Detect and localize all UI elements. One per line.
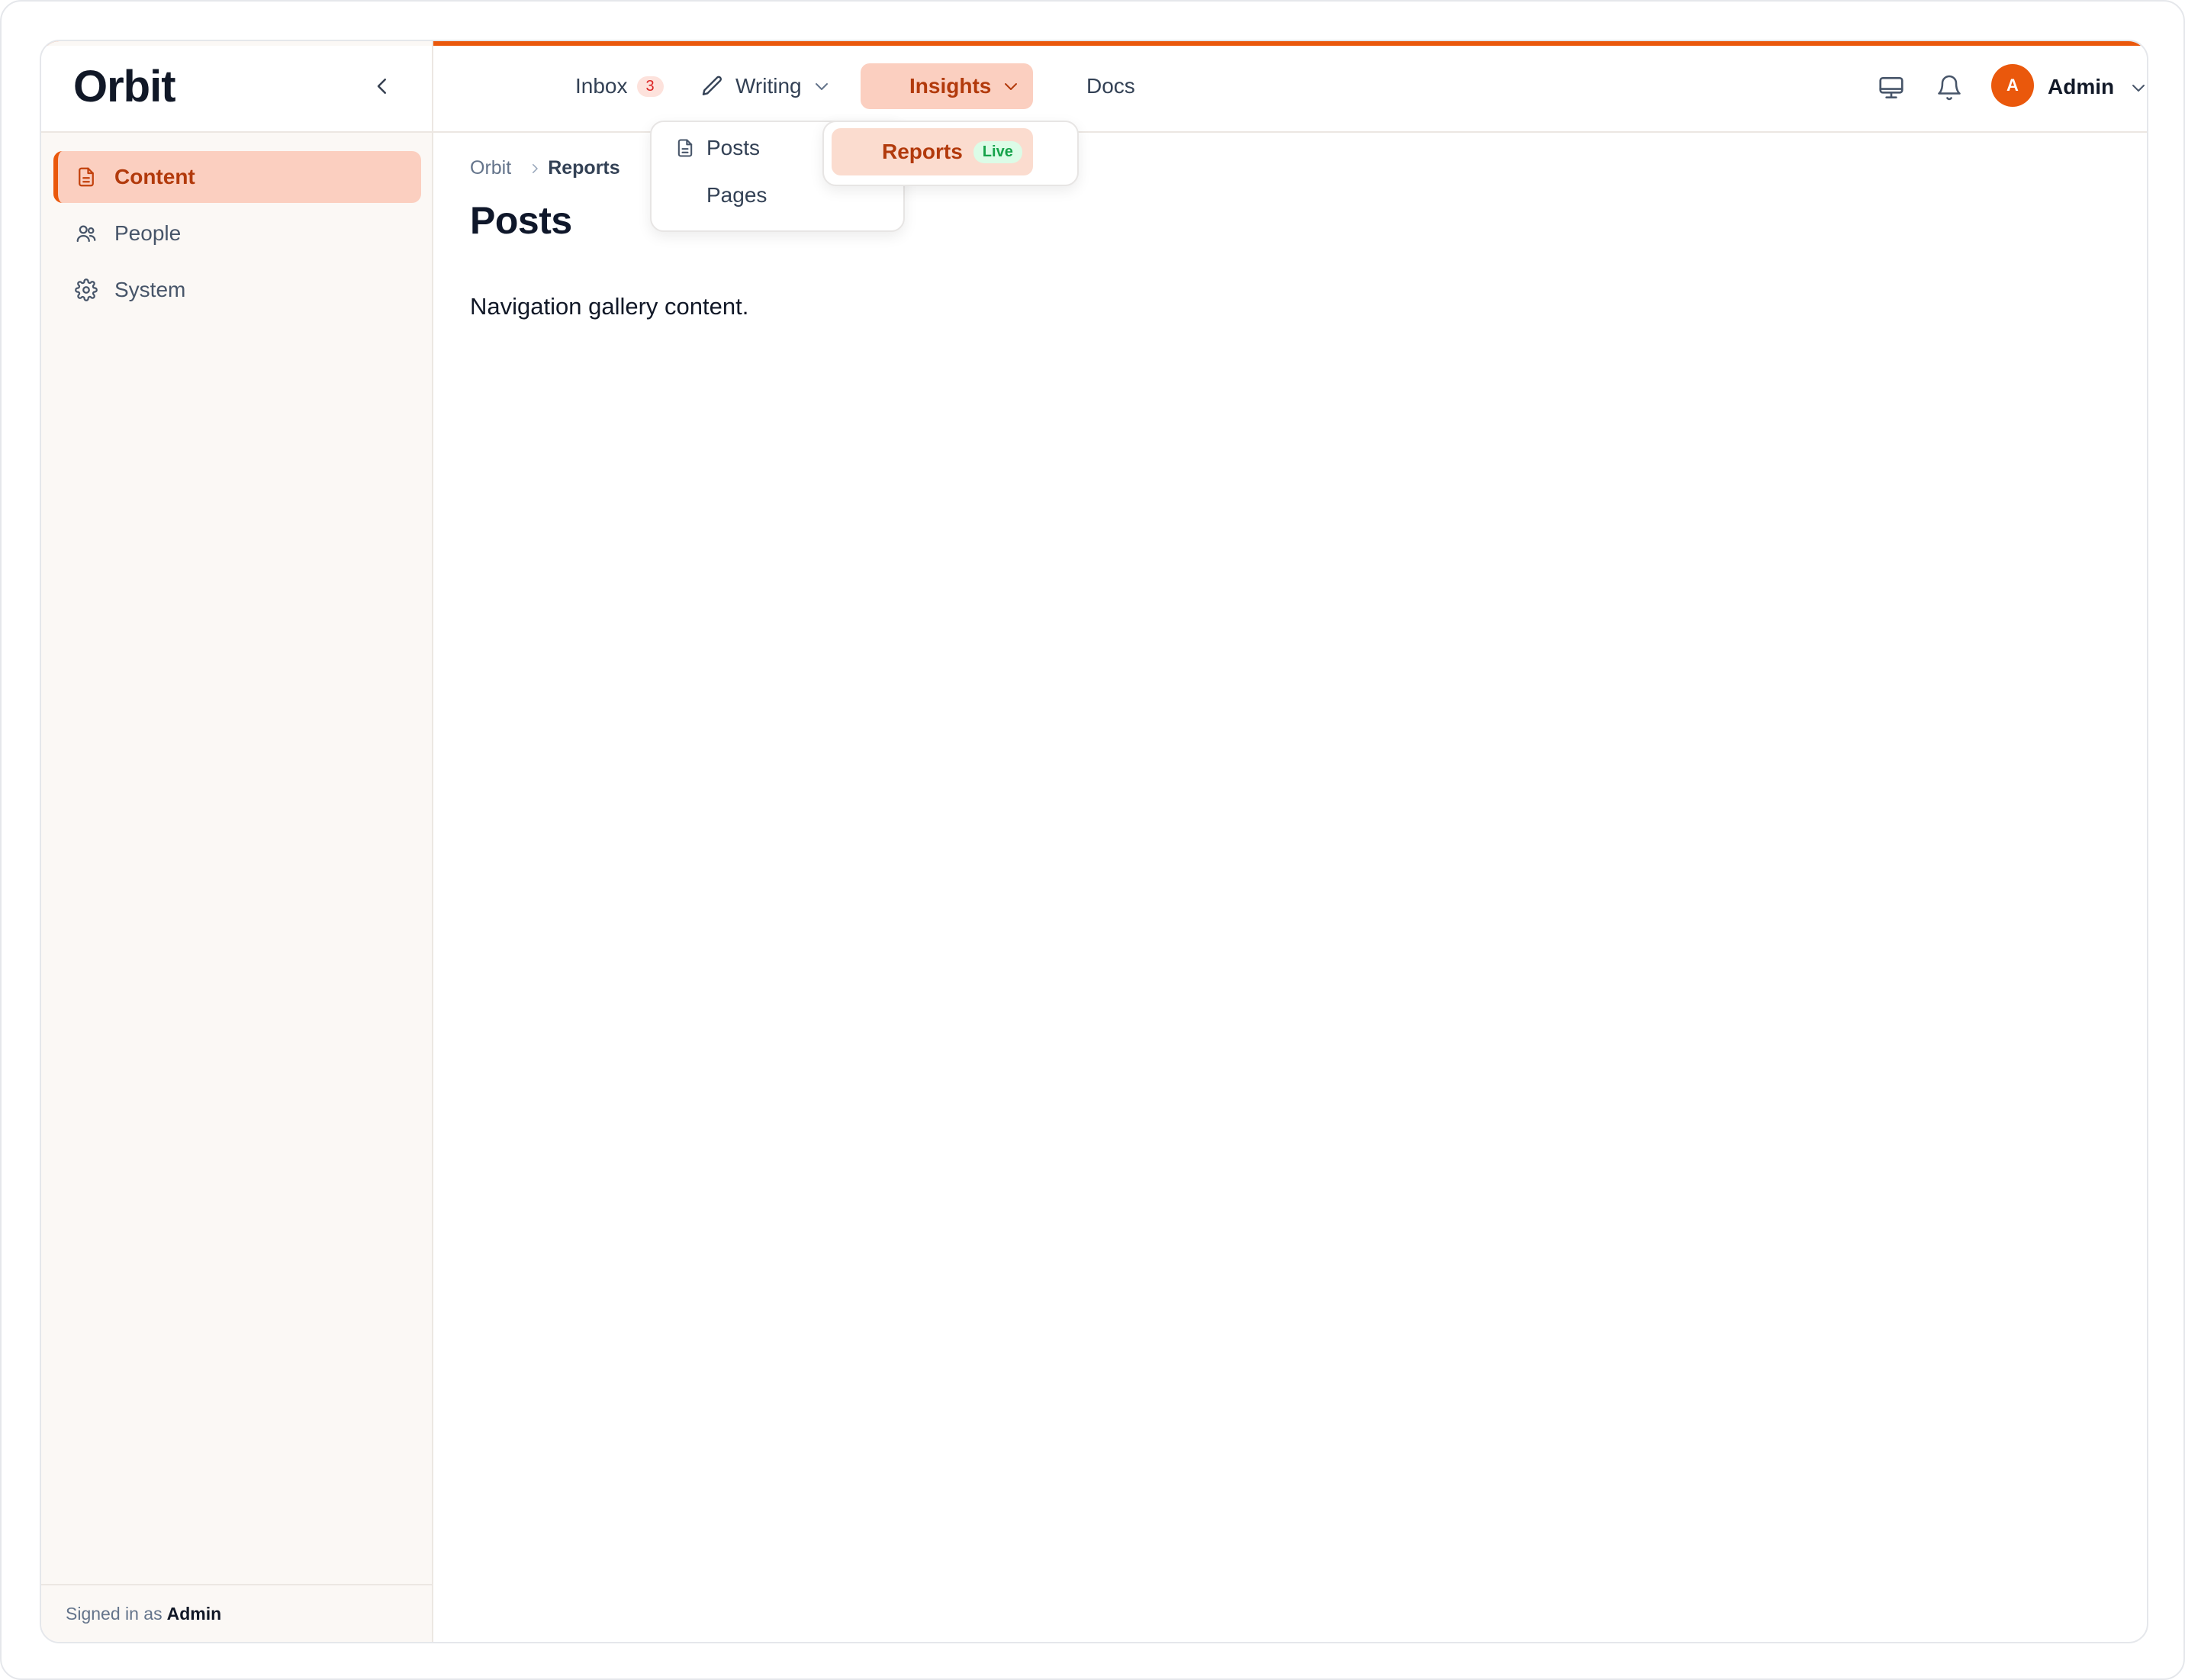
breadcrumb-root[interactable]: Orbit xyxy=(470,157,511,179)
chevron-down-icon xyxy=(1002,77,1020,95)
menu-item-label: Pages xyxy=(706,183,767,207)
main-content: Orbit Reports Posts Navigation gallery c… xyxy=(433,134,2147,1642)
app-logo[interactable]: Orbit xyxy=(73,61,176,112)
sidebar-item-label: People xyxy=(114,221,182,245)
nav-insights[interactable]: Insights xyxy=(861,63,1033,109)
menu-item-label: Reports xyxy=(882,140,963,163)
top-bar: Inbox 3 Writing Insights Docs A Admin xyxy=(433,46,2147,133)
menu-item-reports[interactable]: Reports Live xyxy=(832,128,1033,175)
chevron-right-icon xyxy=(528,162,542,175)
sidebar-nav: Content People System xyxy=(53,151,421,320)
sidebar-item-label: Content xyxy=(114,165,195,188)
nav-writing-label: Writing xyxy=(735,74,802,98)
people-icon xyxy=(75,222,98,245)
nav-inbox[interactable]: Inbox 3 xyxy=(575,63,664,109)
collapse-sidebar-button[interactable] xyxy=(363,67,401,105)
nav-insights-label: Insights xyxy=(909,74,992,98)
sidebar-footer: Signed in as Admin xyxy=(41,1584,432,1642)
page-body: Navigation gallery content. xyxy=(470,293,749,320)
nav-docs-label: Docs xyxy=(1086,74,1135,98)
chevron-down-icon[interactable] xyxy=(2122,72,2147,104)
menu-item-pages[interactable]: Pages xyxy=(706,183,767,208)
pencil-icon xyxy=(700,74,725,98)
window-outer: Orbit Content People System Signed in as… xyxy=(0,0,2185,1680)
menu-item-label: Posts xyxy=(706,136,761,159)
sidebar-item-label: System xyxy=(114,278,186,301)
signed-in-prefix: Signed in as xyxy=(66,1603,163,1624)
signed-in-user: Admin xyxy=(166,1603,222,1624)
user-menu-name[interactable]: Admin xyxy=(2048,75,2114,99)
nav-docs[interactable]: Docs xyxy=(1086,63,1135,109)
page-title: Posts xyxy=(470,199,572,242)
breadcrumb: Orbit Reports xyxy=(470,157,620,179)
document-icon xyxy=(674,137,696,159)
insights-dropdown: Reports Live xyxy=(822,121,1079,186)
app-frame: Orbit Content People System Signed in as… xyxy=(40,40,2148,1643)
live-badge: Live xyxy=(973,140,1022,163)
sidebar: Orbit Content People System Signed in as… xyxy=(41,41,433,1642)
document-icon xyxy=(75,166,98,188)
nav-inbox-label: Inbox xyxy=(575,74,628,98)
bell-icon[interactable] xyxy=(1933,72,1965,104)
user-avatar[interactable]: A xyxy=(1991,64,2034,107)
gear-icon xyxy=(75,278,98,301)
sidebar-item-content[interactable]: Content xyxy=(53,151,421,203)
sidebar-item-people[interactable]: People xyxy=(53,208,421,259)
chevron-left-icon xyxy=(371,75,394,98)
breadcrumb-current: Reports xyxy=(548,157,620,179)
nav-writing[interactable]: Writing xyxy=(700,63,831,109)
monitor-icon[interactable] xyxy=(1875,72,1907,104)
chevron-down-icon xyxy=(813,77,831,95)
sidebar-item-system[interactable]: System xyxy=(53,264,421,316)
sidebar-header: Orbit xyxy=(41,46,432,133)
menu-item-posts[interactable]: Posts xyxy=(674,136,760,160)
inbox-count-badge: 3 xyxy=(636,76,664,97)
